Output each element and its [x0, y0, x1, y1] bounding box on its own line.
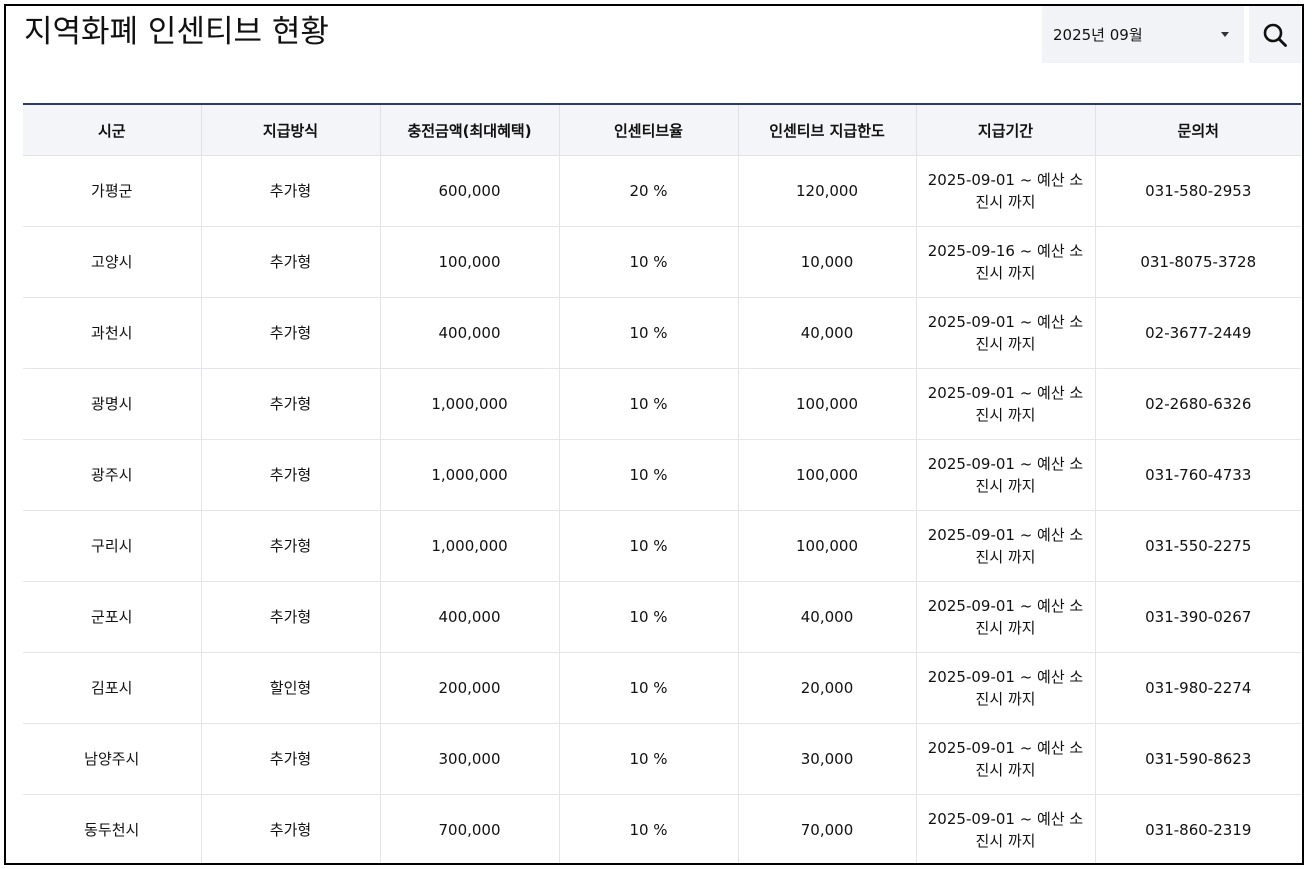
- table-row: 가평군 추가형 600,000 20 % 120,000 2025-09-01 ~ 예산 …: [23, 155, 1301, 227]
- cell-incentive-limit: 20,000: [738, 652, 917, 724]
- cell-contact: 031-580-2953: [1095, 155, 1301, 227]
- header-payment-type: 지급방식: [201, 105, 381, 156]
- table-row: 광주시 추가형 1,000,000 10 % 100,000 2025-09-01 ~ 예…: [23, 439, 1301, 511]
- cell-charge-amount: 1,000,000: [380, 510, 560, 582]
- cell-incentive-limit: 30,000: [738, 723, 917, 795]
- cell-charge-amount: 200,000: [380, 652, 560, 724]
- cell-contact: 031-390-0267: [1095, 581, 1301, 653]
- page-title: 지역화폐 인센티브 현황: [24, 14, 329, 50]
- cell-incentive-limit: 70,000: [738, 794, 917, 863]
- incentive-table-wrap: 시군 지급방식 충전금액(최대혜택) 인센티브율 인센티브 지급한도 지급기간 문의처 가평…: [23, 103, 1301, 863]
- cell-city: 가평군: [23, 155, 202, 227]
- cell-contact: 02-3677-2449: [1095, 297, 1301, 369]
- cell-payment-period: 2025-09-01 ~ 예산 소진시 까지: [916, 297, 1096, 369]
- header-city: 시군: [23, 105, 202, 156]
- page-frame: 지역화폐 인센티브 현황 2025년 09월 시군 지급방식 충전금액(최대혜택) 인…: [4, 4, 1304, 865]
- cell-incentive-limit: 100,000: [738, 439, 917, 511]
- cell-incentive-rate: 10 %: [559, 510, 739, 582]
- table-row: 김포시 할인형 200,000 10 % 20,000 2025-09-01 ~ 예산 소…: [23, 652, 1301, 724]
- cell-payment-period: 2025-09-01 ~ 예산 소진시 까지: [916, 439, 1096, 511]
- table-row: 광명시 추가형 1,000,000 10 % 100,000 2025-09-01 ~ 예…: [23, 368, 1301, 440]
- cell-charge-amount: 600,000: [380, 155, 560, 227]
- table-row: 동두천시 추가형 700,000 10 % 70,000 2025-09-01 ~ 예산 …: [23, 794, 1301, 863]
- cell-payment-type: 추가형: [201, 368, 381, 440]
- header-incentive-rate: 인센티브율: [559, 105, 739, 156]
- cell-incentive-rate: 10 %: [559, 368, 739, 440]
- cell-incentive-limit: 10,000: [738, 226, 917, 298]
- cell-payment-period: 2025-09-16 ~ 예산 소진시 까지: [916, 226, 1096, 298]
- cell-payment-period: 2025-09-01 ~ 예산 소진시 까지: [916, 794, 1096, 863]
- cell-payment-type: 추가형: [201, 297, 381, 369]
- cell-contact: 031-980-2274: [1095, 652, 1301, 724]
- cell-city: 구리시: [23, 510, 202, 582]
- cell-charge-amount: 1,000,000: [380, 368, 560, 440]
- table-row: 구리시 추가형 1,000,000 10 % 100,000 2025-09-01 ~ 예…: [23, 510, 1301, 582]
- cell-incentive-rate: 20 %: [559, 155, 739, 227]
- cell-payment-type: 추가형: [201, 155, 381, 227]
- cell-payment-type: 추가형: [201, 723, 381, 795]
- cell-contact: 031-8075-3728: [1095, 226, 1301, 298]
- cell-charge-amount: 1,000,000: [380, 439, 560, 511]
- cell-incentive-rate: 10 %: [559, 439, 739, 511]
- cell-city: 군포시: [23, 581, 202, 653]
- cell-city: 광주시: [23, 439, 202, 511]
- cell-city: 김포시: [23, 652, 202, 724]
- cell-contact: 031-760-4733: [1095, 439, 1301, 511]
- cell-incentive-limit: 100,000: [738, 510, 917, 582]
- cell-charge-amount: 400,000: [380, 297, 560, 369]
- cell-contact: 02-2680-6326: [1095, 368, 1301, 440]
- table-row: 군포시 추가형 400,000 10 % 40,000 2025-09-01 ~ 예산 소…: [23, 581, 1301, 653]
- cell-city: 고양시: [23, 226, 202, 298]
- chevron-down-icon: [1221, 32, 1229, 37]
- table-row: 과천시 추가형 400,000 10 % 40,000 2025-09-01 ~ 예산 소…: [23, 297, 1301, 369]
- cell-payment-type: 추가형: [201, 581, 381, 653]
- cell-payment-period: 2025-09-01 ~ 예산 소진시 까지: [916, 723, 1096, 795]
- cell-charge-amount: 100,000: [380, 226, 560, 298]
- cell-incentive-limit: 120,000: [738, 155, 917, 227]
- incentive-table: 시군 지급방식 충전금액(최대혜택) 인센티브율 인센티브 지급한도 지급기간 문의처 가평…: [23, 105, 1301, 863]
- cell-incentive-limit: 40,000: [738, 297, 917, 369]
- cell-city: 광명시: [23, 368, 202, 440]
- cell-charge-amount: 300,000: [380, 723, 560, 795]
- cell-payment-period: 2025-09-01 ~ 예산 소진시 까지: [916, 510, 1096, 582]
- cell-charge-amount: 700,000: [380, 794, 560, 863]
- cell-incentive-rate: 10 %: [559, 723, 739, 795]
- cell-charge-amount: 400,000: [380, 581, 560, 653]
- header-charge-amount: 충전금액(최대혜택): [380, 105, 560, 156]
- search-icon: [1263, 23, 1287, 47]
- header-payment-period: 지급기간: [916, 105, 1096, 156]
- cell-contact: 031-590-8623: [1095, 723, 1301, 795]
- search-button[interactable]: [1249, 6, 1301, 63]
- cell-incentive-rate: 10 %: [559, 226, 739, 298]
- month-select[interactable]: 2025년 09월: [1042, 6, 1244, 63]
- header-contact: 문의처: [1095, 105, 1301, 156]
- cell-payment-type: 추가형: [201, 794, 381, 863]
- cell-payment-type: 추가형: [201, 226, 381, 298]
- header-incentive-limit: 인센티브 지급한도: [738, 105, 917, 156]
- cell-incentive-rate: 10 %: [559, 652, 739, 724]
- cell-payment-period: 2025-09-01 ~ 예산 소진시 까지: [916, 368, 1096, 440]
- cell-incentive-rate: 10 %: [559, 581, 739, 653]
- cell-contact: 031-860-2319: [1095, 794, 1301, 863]
- cell-incentive-limit: 100,000: [738, 368, 917, 440]
- cell-incentive-rate: 10 %: [559, 297, 739, 369]
- cell-city: 남양주시: [23, 723, 202, 795]
- month-select-value: 2025년 09월: [1053, 26, 1143, 44]
- table-row: 남양주시 추가형 300,000 10 % 30,000 2025-09-01 ~ 예산 …: [23, 723, 1301, 795]
- cell-incentive-rate: 10 %: [559, 794, 739, 863]
- cell-payment-period: 2025-09-01 ~ 예산 소진시 까지: [916, 652, 1096, 724]
- cell-city: 동두천시: [23, 794, 202, 863]
- cell-contact: 031-550-2275: [1095, 510, 1301, 582]
- cell-payment-type: 추가형: [201, 510, 381, 582]
- table-body: 가평군 추가형 600,000 20 % 120,000 2025-09-01 ~ 예산 …: [23, 155, 1301, 863]
- cell-incentive-limit: 40,000: [738, 581, 917, 653]
- cell-payment-period: 2025-09-01 ~ 예산 소진시 까지: [916, 581, 1096, 653]
- cell-payment-type: 추가형: [201, 439, 381, 511]
- cell-payment-type: 할인형: [201, 652, 381, 724]
- cell-payment-period: 2025-09-01 ~ 예산 소진시 까지: [916, 155, 1096, 227]
- cell-city: 과천시: [23, 297, 202, 369]
- table-header-row: 시군 지급방식 충전금액(최대혜택) 인센티브율 인센티브 지급한도 지급기간 문의처: [23, 105, 1301, 156]
- table-row: 고양시 추가형 100,000 10 % 10,000 2025-09-16 ~ 예산 소…: [23, 226, 1301, 298]
